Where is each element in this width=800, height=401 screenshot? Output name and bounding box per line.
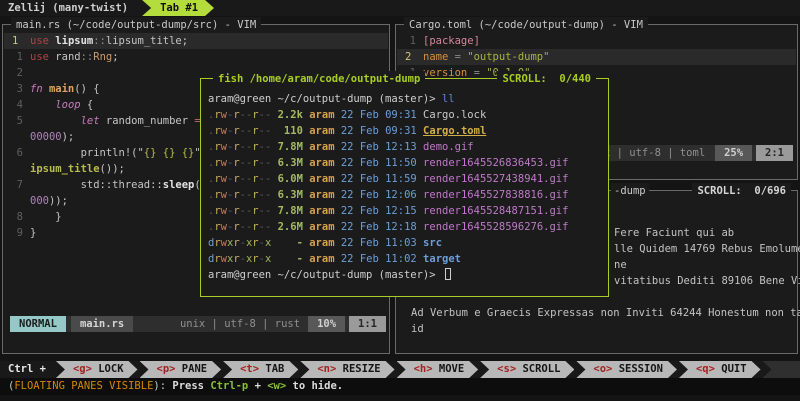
line-number: 5 (9, 113, 30, 129)
pane-title-cargo-toml: Cargo.toml (~/code/output-dump) - VIM (404, 17, 648, 33)
vim-scroll-percent-right: 25% (715, 145, 752, 161)
code-line: 2name = "output-dump" (397, 49, 796, 65)
vim-filename: main.rs (71, 316, 133, 332)
pane-title-main-rs: main.rs (~/code/output-dump/src) - VIM (11, 17, 261, 33)
floating-pane-title: fish /home/aram/code/output-dump (213, 71, 425, 87)
listing-row: drwxr-xr-x - aram 22 Feb 11:03 src (208, 235, 606, 251)
line-number (9, 161, 30, 177)
listing-row: .rw-r--r-- 2.2k aram 22 Feb 09:31 Cargo.… (208, 107, 606, 123)
line-number: 2 (9, 65, 30, 81)
keybar-ribbon-quit[interactable]: <q> QUIT (679, 361, 761, 378)
tab-1[interactable]: Tab #1 (142, 0, 214, 16)
shell-text-fragment: id (411, 321, 424, 337)
keybar-key-hint: <q> (696, 363, 715, 375)
prompt-command: ll (442, 93, 455, 105)
keybar-key-hint: <p> (157, 363, 176, 375)
keybar-filler (763, 361, 800, 378)
keybar-key-hint: <n> (317, 363, 336, 375)
keybar-ribbon-lock[interactable]: <g> LOCK (56, 361, 138, 378)
line-number: 8 (9, 209, 30, 225)
keybar-ribbon-resize[interactable]: <n> RESIZE (300, 361, 394, 378)
zellij-screen: Zellij (many-twist) Tab #1 main.rs (~/co… (0, 0, 800, 401)
vim-buffer-cargo-toml: 1[package]2name = "output-dump" 1version… (397, 33, 796, 81)
line-number (9, 129, 30, 145)
keybar-ribbons: <g> LOCK<p> PANE<t> TAB<n> RESIZE<h> MOV… (54, 361, 761, 378)
keybar-key-hint: <s> (497, 363, 516, 375)
keybar-ribbon-session[interactable]: <o> SESSION (576, 361, 677, 378)
listing-row: .rw-r--r-- 6.0M aram 22 Feb 11:59 render… (208, 171, 606, 187)
shell-text-fragment: vitatibus Dediti 89106 Bene Viv (614, 273, 800, 289)
vim-cursor-position-right: 2:1 (756, 145, 793, 161)
line-number: 9 (9, 225, 30, 241)
line-number: 6 (9, 145, 30, 161)
shell-text-fragment: ne (614, 257, 627, 273)
fish-shell-body: aram@green ~/c/output-dump (master)> ll … (208, 91, 606, 283)
scroll-indicator-shell: SCROLL: 0/696 (692, 183, 791, 199)
code-line: 1use lipsum::lipsum_title; (4, 33, 388, 49)
pane-title-shell-fragment: -dump (611, 183, 649, 199)
keybar-prefix: Ctrl + (0, 361, 54, 378)
terminal-cursor (445, 268, 451, 280)
line-number: 1 (9, 49, 30, 65)
listing-row: .rw-r--r-- 2.6M aram 22 Feb 12:18 render… (208, 219, 606, 235)
shell-prompt-line: aram@green ~/c/output-dump (master)> ll (208, 91, 606, 107)
prompt-text: aram@green ~/c/output-dump (master)> (208, 93, 442, 105)
keybinding-bar: Ctrl + <g> LOCK<p> PANE<t> TAB<n> RESIZE… (0, 361, 800, 378)
line-number: 3 (9, 81, 30, 97)
listing-row: .rw-r--r-- 6.3M aram 22 Feb 11:50 render… (208, 155, 606, 171)
vim-mode-indicator: NORMAL (10, 316, 66, 332)
line-number: 2 (402, 49, 423, 65)
line-number: 4 (9, 97, 30, 113)
top-bar: Zellij (many-twist) Tab #1 (0, 0, 800, 16)
keybar-key-hint: <o> (593, 363, 612, 375)
line-number: 7 (9, 177, 30, 193)
vim-cursor-position: 1:1 (349, 316, 386, 332)
vim-scroll-percent: 10% (308, 316, 345, 332)
line-number (9, 193, 30, 209)
scroll-indicator-floating: SCROLL: 0/440 (497, 71, 596, 87)
vim-fileinfo-right: x | utf-8 | toml (604, 145, 705, 161)
keybar-key-hint: <g> (73, 363, 92, 375)
shell-text-fragment: lle Quidem 14769 Rebus Emolumen (614, 241, 800, 257)
floating-pane-fish[interactable]: fish /home/aram/code/output-dump SCROLL:… (200, 78, 609, 297)
shell-prompt-line-active[interactable]: aram@green ~/c/output-dump (master)> (208, 267, 606, 283)
listing-row: drwxr-xr-x - aram 22 Feb 11:02 target (208, 251, 606, 267)
line-number: 1 (402, 33, 423, 49)
keybar-key-hint: <t> (240, 363, 259, 375)
session-name: Zellij (many-twist) (0, 0, 134, 16)
keybar-ribbon-move[interactable]: <h> MOVE (397, 361, 479, 378)
keybar-ribbon-pane[interactable]: <p> PANE (140, 361, 222, 378)
vim-fileinfo: unix | utf-8 | rust (180, 316, 300, 332)
listing-row: .rw-r--r-- 7.8M aram 22 Feb 12:15 render… (208, 203, 606, 219)
listing-row: .rw-r--r-- 110 aram 22 Feb 09:31 Cargo.t… (208, 123, 606, 139)
code-line: 1use rand::Rng; (4, 49, 388, 65)
floating-panes-notice: (FLOATING PANES VISIBLE): Press Ctrl-p +… (0, 378, 800, 395)
prompt-text: aram@green ~/c/output-dump (master)> (208, 269, 442, 281)
keybar-ribbon-tab[interactable]: <t> TAB (223, 361, 298, 378)
file-listing: .rw-r--r-- 2.2k aram 22 Feb 09:31 Cargo.… (208, 107, 606, 267)
shell-text-fragment: Fere Faciunt qui ab (614, 225, 734, 241)
shell-text-fragment: Ad Verbum e Graecis Expressas non Inviti… (411, 305, 800, 321)
listing-row: .rw-r--r-- 7.8M aram 22 Feb 12:13 demo.g… (208, 139, 606, 155)
keybar-key-hint: <h> (414, 363, 433, 375)
line-number: 1 (9, 33, 30, 49)
listing-row: .rw-r--r-- 6.3M aram 22 Feb 12:06 render… (208, 187, 606, 203)
code-line: 1[package] (397, 33, 796, 49)
vim-statusline-left: NORMAL main.rs unix | utf-8 | rust 10% 1… (10, 316, 386, 332)
keybar-ribbon-scroll[interactable]: <s> SCROLL (480, 361, 574, 378)
